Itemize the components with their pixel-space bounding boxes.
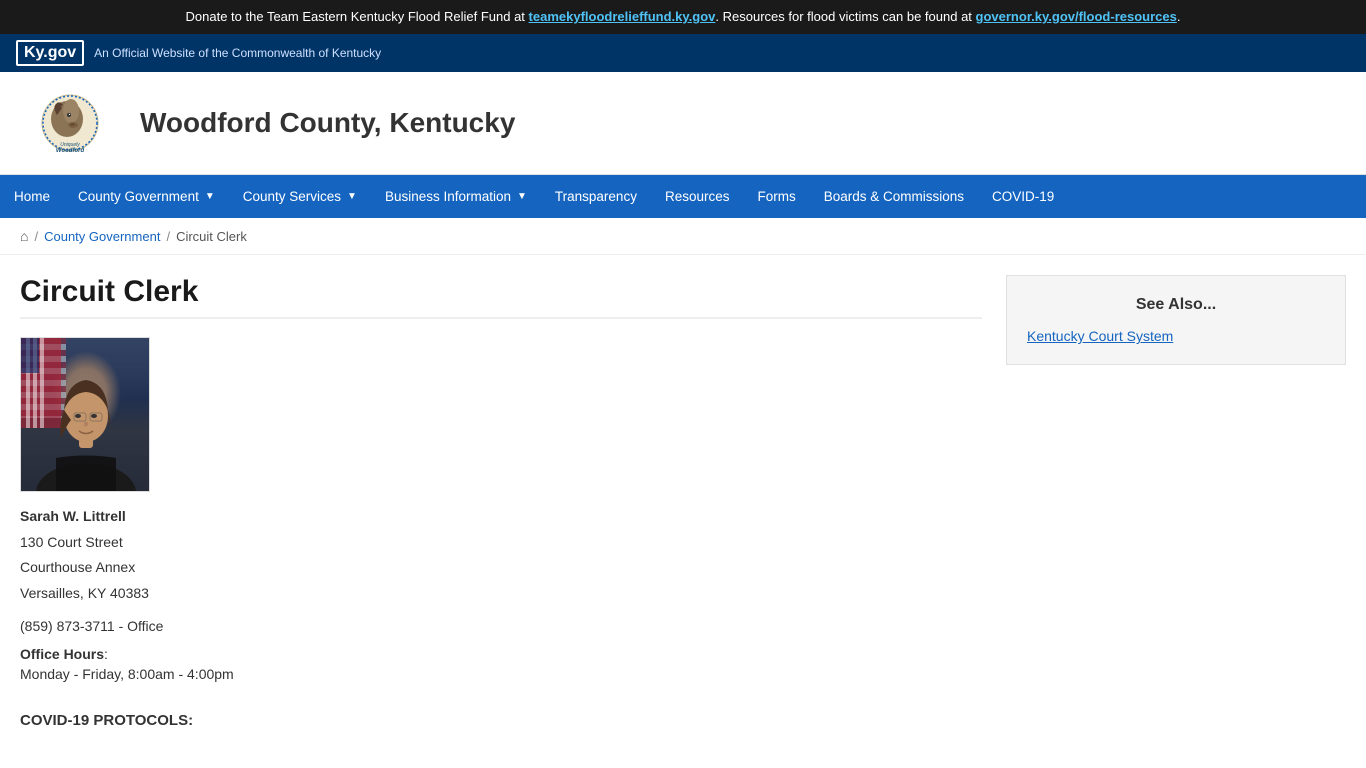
main-nav: Home County Government ▼ County Services… xyxy=(0,175,1366,218)
office-hours-label: Office Hours xyxy=(20,646,104,662)
kygov-logo: Ky.gov xyxy=(16,40,84,66)
site-header: Uniquely Woodford Woodford County, Kentu… xyxy=(0,72,1366,175)
address-line2: Courthouse Annex xyxy=(20,555,982,580)
county-government-arrow: ▼ xyxy=(205,191,215,202)
breadcrumb-sep-1: / xyxy=(34,229,38,244)
kygov-bar: Ky.gov An Official Website of the Common… xyxy=(0,34,1366,72)
nav-transparency[interactable]: Transparency xyxy=(541,175,651,218)
office-hours: Office Hours: xyxy=(20,646,982,662)
home-icon[interactable]: ⌂ xyxy=(20,228,28,244)
kygov-subtitle: An Official Website of the Commonwealth … xyxy=(94,46,381,60)
office-hours-colon: : xyxy=(104,646,108,662)
alert-text: Donate to the Team Eastern Kentucky Floo… xyxy=(186,9,529,24)
see-also-box: See Also... Kentucky Court System xyxy=(1006,275,1346,365)
main-content: Circuit Clerk xyxy=(20,275,982,729)
address-line3: Versailles, KY 40383 xyxy=(20,581,982,606)
contact-name: Sarah W. Littrell xyxy=(20,508,982,524)
covid-title: COVID-19 PROTOCOLS: xyxy=(20,712,982,729)
sidebar: See Also... Kentucky Court System xyxy=(1006,275,1346,729)
nav-business-information[interactable]: Business Information ▼ xyxy=(371,175,541,218)
breadcrumb: ⌂ / County Government / Circuit Clerk xyxy=(0,218,1366,255)
nav-county-services[interactable]: County Services ▼ xyxy=(229,175,371,218)
office-hours-value: Monday - Friday, 8:00am - 4:00pm xyxy=(20,666,982,682)
photo-overlay xyxy=(21,338,150,492)
nav-covid19[interactable]: COVID-19 xyxy=(978,175,1068,218)
kentucky-court-system-link[interactable]: Kentucky Court System xyxy=(1027,328,1325,344)
covid-section: COVID-19 PROTOCOLS: xyxy=(20,712,982,729)
see-also-title: See Also... xyxy=(1027,296,1325,314)
nav-resources[interactable]: Resources xyxy=(651,175,744,218)
photo-inner xyxy=(21,338,149,491)
alert-end-text: . xyxy=(1177,9,1181,24)
nav-boards-commissions[interactable]: Boards & Commissions xyxy=(810,175,978,218)
nav-home[interactable]: Home xyxy=(0,175,64,218)
alert-mid-text: . Resources for flood victims can be fou… xyxy=(715,9,975,24)
alert-link-2[interactable]: governor.ky.gov/flood-resources xyxy=(976,9,1177,24)
person-photo xyxy=(20,337,150,492)
site-logo: Uniquely Woodford xyxy=(20,88,120,158)
svg-text:Woodford: Woodford xyxy=(56,148,85,154)
nav-county-government[interactable]: County Government ▼ xyxy=(64,175,229,218)
breadcrumb-county-gov[interactable]: County Government xyxy=(44,229,160,244)
contact-address: 130 Court Street Courthouse Annex Versai… xyxy=(20,530,982,606)
breadcrumb-current: Circuit Clerk xyxy=(176,229,247,244)
alert-bar: Donate to the Team Eastern Kentucky Floo… xyxy=(0,0,1366,34)
nav-forms[interactable]: Forms xyxy=(743,175,809,218)
business-info-arrow: ▼ xyxy=(517,191,527,202)
content-wrapper: Circuit Clerk xyxy=(0,255,1366,749)
site-title: Woodford County, Kentucky xyxy=(140,107,515,139)
county-services-arrow: ▼ xyxy=(347,191,357,202)
page-title: Circuit Clerk xyxy=(20,275,982,319)
contact-phone: (859) 873-3711 - Office xyxy=(20,618,982,634)
breadcrumb-sep-2: / xyxy=(166,229,170,244)
alert-link-1[interactable]: teamekyfloodrelieffund.ky.gov xyxy=(529,9,716,24)
address-line1: 130 Court Street xyxy=(20,530,982,555)
logo-svg: Uniquely Woodford xyxy=(25,91,115,156)
